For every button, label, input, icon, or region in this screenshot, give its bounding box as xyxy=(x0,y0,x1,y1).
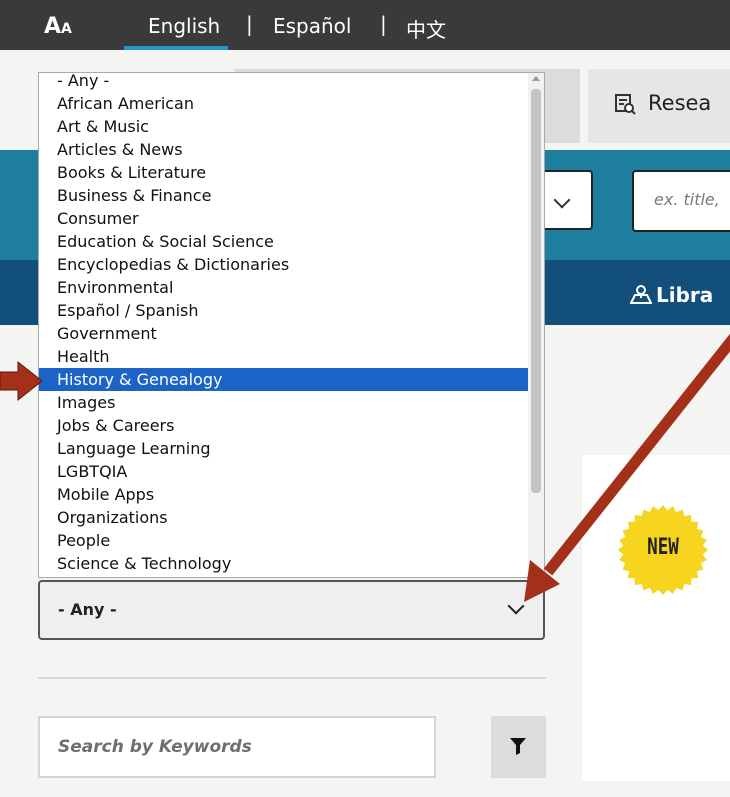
language-separator: | xyxy=(380,12,387,36)
dropdown-option[interactable]: Health xyxy=(39,345,529,368)
title-search-input[interactable]: ex. title, xyxy=(632,170,730,232)
arrow-left-annotation xyxy=(0,360,43,402)
dropdown-option[interactable]: Consumer xyxy=(39,207,529,230)
active-language-indicator xyxy=(124,46,228,50)
dropdown-option[interactable]: History & Genealogy xyxy=(39,368,529,391)
new-badge-text: NEW xyxy=(647,535,679,560)
dropdown-option[interactable]: People xyxy=(39,529,529,552)
filter-button[interactable] xyxy=(491,716,546,778)
dropdown-option[interactable]: LGBTQIA xyxy=(39,460,529,483)
chevron-down-icon xyxy=(507,597,525,615)
nav-library-label[interactable]: Libra xyxy=(656,283,713,307)
dropdown-option[interactable]: African American xyxy=(39,92,529,115)
research-icon xyxy=(615,94,636,115)
dropdown-option[interactable]: Articles & News xyxy=(39,138,529,161)
dropdown-option[interactable]: Business & Finance xyxy=(39,184,529,207)
category-select[interactable]: - Any - xyxy=(38,580,545,640)
dropdown-option[interactable]: Language Learning xyxy=(39,437,529,460)
category-dropdown-list[interactable]: - Any - African American Art & Music Articl… xyxy=(38,69,545,578)
chevron-down-icon xyxy=(553,191,571,209)
category-select-value: - Any - xyxy=(58,600,117,619)
dropdown-option[interactable]: Organizations xyxy=(39,506,529,529)
filter-icon xyxy=(510,738,526,755)
dropdown-option[interactable]: Images xyxy=(39,391,529,414)
keyword-search-placeholder: Search by Keywords xyxy=(58,737,252,757)
dropdown-option[interactable]: Environmental xyxy=(39,276,529,299)
dropdown-option[interactable]: Science & Technology xyxy=(39,552,529,575)
tab-research[interactable]: Resea xyxy=(588,69,730,143)
dropdown-option[interactable]: Jobs & Careers xyxy=(39,414,529,437)
promo-card xyxy=(582,455,730,781)
font-size-toggle[interactable]: AA xyxy=(44,14,72,39)
dropdown-option[interactable]: - Any - xyxy=(39,69,529,92)
language-separator: | xyxy=(246,12,253,36)
dropdown-option[interactable]: Encyclopedias & Dictionaries xyxy=(39,253,529,276)
dropdown-option[interactable]: Government xyxy=(39,322,529,345)
language-english-link[interactable]: English xyxy=(148,14,220,38)
divider xyxy=(38,677,546,679)
keyword-search-input[interactable]: Search by Keywords xyxy=(38,716,436,778)
library-map-icon xyxy=(630,285,652,304)
title-search-placeholder: ex. title, xyxy=(654,190,720,209)
dropdown-option[interactable]: Books & Literature xyxy=(39,161,529,184)
scroll-up-arrow-icon[interactable] xyxy=(532,76,540,81)
dropdown-option[interactable]: Art & Music xyxy=(39,115,529,138)
language-bar: AA English | Español | 中文 xyxy=(0,0,730,50)
dropdown-option[interactable]: Mobile Apps xyxy=(39,483,529,506)
language-spanish-link[interactable]: Español xyxy=(273,14,351,38)
dropdown-option[interactable]: Education & Social Science xyxy=(39,230,529,253)
language-chinese-link[interactable]: 中文 xyxy=(406,14,446,43)
dropdown-scroll-thumb[interactable] xyxy=(531,89,541,493)
dropdown-option[interactable]: Español / Spanish xyxy=(39,299,529,322)
tab-research-label: Resea xyxy=(648,91,712,115)
new-badge: NEW xyxy=(618,505,708,595)
